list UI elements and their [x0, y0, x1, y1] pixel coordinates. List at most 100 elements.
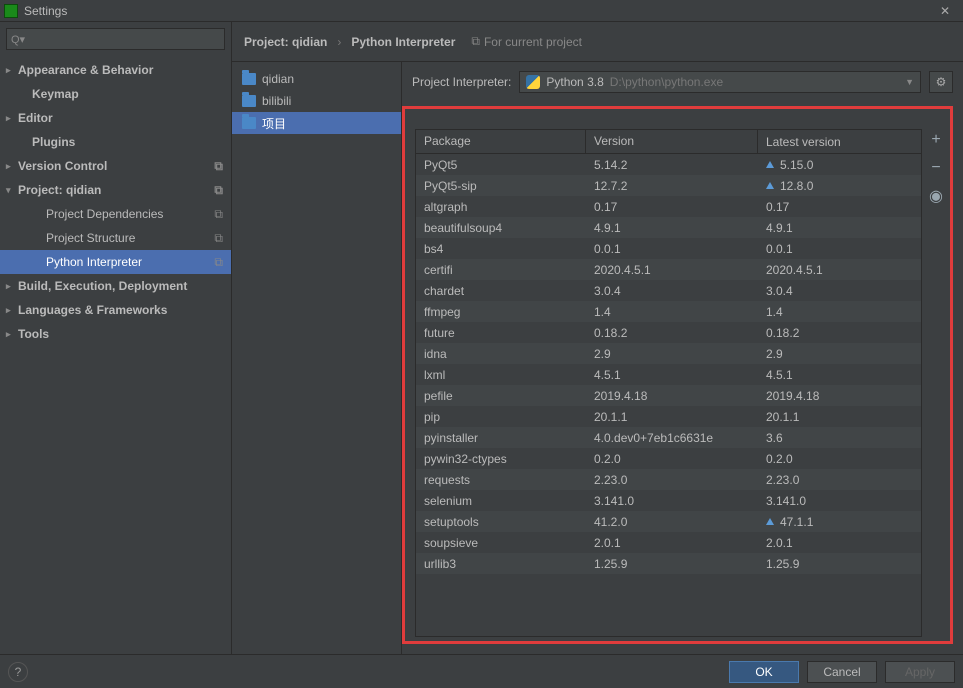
settings-gear-button[interactable]: ⚙ — [929, 71, 953, 93]
package-row[interactable]: pywin32-ctypes0.2.00.2.0 — [416, 448, 921, 469]
package-row[interactable]: setuptools41.2.047.1.1 — [416, 511, 921, 532]
package-row[interactable]: urllib31.25.91.25.9 — [416, 553, 921, 574]
package-row[interactable]: pyinstaller4.0.dev0+7eb1c6631e3.6 — [416, 427, 921, 448]
sidebar-item[interactable]: ▾Project: qidian⧉ — [0, 178, 231, 202]
interpreter-select[interactable]: Python 3.8 D:\python\python.exe ▼ — [519, 71, 921, 93]
package-row[interactable]: pefile2019.4.182019.4.18 — [416, 385, 921, 406]
latest-version-text: 2.9 — [766, 347, 783, 361]
chevron-icon: ▸ — [6, 329, 14, 340]
content: Project: qidian › Python Interpreter ⧉ F… — [232, 22, 963, 654]
package-row[interactable]: requests2.23.02.23.0 — [416, 469, 921, 490]
package-row[interactable]: ffmpeg1.41.4 — [416, 301, 921, 322]
package-row[interactable]: idna2.92.9 — [416, 343, 921, 364]
sidebar-item[interactable]: Plugins — [0, 130, 231, 154]
folder-icon — [242, 95, 256, 107]
package-row[interactable]: beautifulsoup44.9.14.9.1 — [416, 217, 921, 238]
package-version: 2.23.0 — [586, 473, 758, 487]
package-version: 4.5.1 — [586, 368, 758, 382]
package-name: PyQt5 — [416, 158, 586, 172]
eye-icon: ◉ — [929, 186, 943, 206]
package-row[interactable]: altgraph0.170.17 — [416, 196, 921, 217]
package-name: selenium — [416, 494, 586, 508]
latest-version-text: 3.6 — [766, 431, 783, 445]
package-row[interactable]: bs40.0.10.0.1 — [416, 238, 921, 259]
sidebar-item[interactable]: ▸Editor — [0, 106, 231, 130]
sidebar-item[interactable]: ▸Build, Execution, Deployment — [0, 274, 231, 298]
package-version: 5.14.2 — [586, 158, 758, 172]
sidebar-item[interactable]: Project Structure⧉ — [0, 226, 231, 250]
col-version[interactable]: Version — [586, 130, 758, 153]
package-name: pyinstaller — [416, 431, 586, 445]
package-latest: 12.8.0 — [758, 179, 921, 193]
sidebar-item-label: Python Interpreter — [46, 255, 142, 269]
chevron-icon: ▸ — [6, 65, 14, 76]
window-title: Settings — [24, 4, 67, 18]
col-package[interactable]: Package — [416, 130, 586, 153]
latest-version-text: 47.1.1 — [780, 515, 813, 529]
package-row[interactable]: PyQt5-sip12.7.212.8.0 — [416, 175, 921, 196]
search-box[interactable]: Q▾ — [6, 28, 225, 50]
sidebar-item-label: Appearance & Behavior — [18, 63, 153, 77]
sidebar-item[interactable]: ▸ Appearance & Behavior — [0, 58, 231, 82]
package-row[interactable]: selenium3.141.03.141.0 — [416, 490, 921, 511]
remove-package-button[interactable]: − — [927, 159, 945, 177]
current-project-label: For current project — [484, 35, 582, 49]
package-version: 0.2.0 — [586, 452, 758, 466]
breadcrumb: Project: qidian › Python Interpreter ⧉ F… — [232, 22, 963, 62]
package-version: 12.7.2 — [586, 179, 758, 193]
package-latest: 4.5.1 — [758, 368, 921, 382]
sidebar-item[interactable]: ▸ Tools — [0, 322, 231, 346]
breadcrumb-1[interactable]: Project: qidian — [244, 35, 327, 49]
package-row[interactable]: future0.18.20.18.2 — [416, 322, 921, 343]
close-button[interactable]: ✕ — [931, 1, 959, 21]
package-name: altgraph — [416, 200, 586, 214]
project-item[interactable]: qidian — [232, 68, 401, 90]
packages-area: Package Version Latest version PyQt55.14… — [402, 106, 953, 644]
sidebar-item[interactable]: ▸Version Control⧉ — [0, 154, 231, 178]
update-available-icon — [766, 182, 774, 189]
sidebar-item[interactable]: Keymap — [0, 82, 231, 106]
sidebar-item-label: Project: qidian — [18, 183, 101, 197]
plus-icon: + — [931, 131, 940, 149]
help-button[interactable]: ? — [8, 662, 28, 682]
add-package-button[interactable]: + — [927, 131, 945, 149]
package-row[interactable]: pip20.1.120.1.1 — [416, 406, 921, 427]
folder-icon — [242, 73, 256, 85]
package-row[interactable]: PyQt55.14.25.15.0 — [416, 154, 921, 175]
project-item[interactable]: bilibili — [232, 90, 401, 112]
search-input[interactable] — [29, 32, 220, 46]
sidebar-item-label: Tools — [18, 327, 49, 341]
package-latest: 0.0.1 — [758, 242, 921, 256]
sidebar-item[interactable]: ▸Languages & Frameworks — [0, 298, 231, 322]
package-row[interactable]: certifi2020.4.5.12020.4.5.1 — [416, 259, 921, 280]
project-item[interactable]: 项目 — [232, 112, 401, 134]
sidebar-item[interactable]: Project Dependencies⧉ — [0, 202, 231, 226]
sidebar-item[interactable]: Python Interpreter⧉ — [0, 250, 231, 274]
package-latest: 0.18.2 — [758, 326, 921, 340]
package-latest: 5.15.0 — [758, 158, 921, 172]
interpreter-label: Project Interpreter: — [412, 75, 511, 89]
app-icon — [4, 4, 18, 18]
project-label: bilibili — [262, 94, 291, 108]
package-row[interactable]: lxml4.5.14.5.1 — [416, 364, 921, 385]
package-name: certifi — [416, 263, 586, 277]
package-latest: 3.0.4 — [758, 284, 921, 298]
package-row[interactable]: chardet3.0.43.0.4 — [416, 280, 921, 301]
cancel-button[interactable]: Cancel — [807, 661, 877, 683]
show-early-releases[interactable]: ◉ — [927, 187, 945, 205]
package-latest: 3.141.0 — [758, 494, 921, 508]
update-available-icon — [766, 161, 774, 168]
latest-version-text: 2019.4.18 — [766, 389, 819, 403]
packages-body: PyQt55.14.25.15.0PyQt5-sip12.7.212.8.0al… — [416, 154, 921, 636]
ok-button[interactable]: OK — [729, 661, 799, 683]
col-latest[interactable]: Latest version — [758, 130, 921, 153]
latest-version-text: 2.23.0 — [766, 473, 799, 487]
main: Q▾ ▸ Appearance & Behavior Keymap▸EditorPl… — [0, 22, 963, 654]
package-latest: 2.23.0 — [758, 473, 921, 487]
projects-panel: qidian bilibili 项目 — [232, 62, 402, 654]
footer: ? OK Cancel Apply — [0, 654, 963, 688]
sidebar-item-label: Languages & Frameworks — [18, 303, 167, 317]
package-name: ffmpeg — [416, 305, 586, 319]
apply-button[interactable]: Apply — [885, 661, 955, 683]
package-row[interactable]: soupsieve2.0.12.0.1 — [416, 532, 921, 553]
